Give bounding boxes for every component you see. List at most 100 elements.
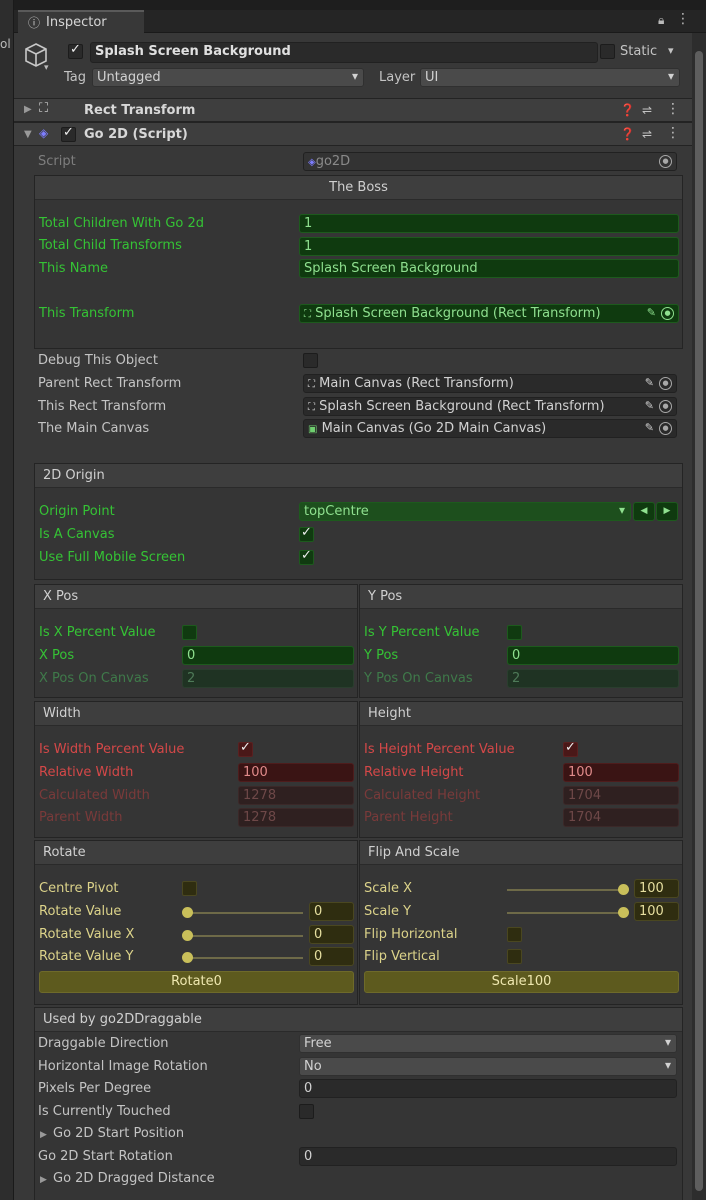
vertical-scrollbar[interactable] <box>692 33 706 1200</box>
static-dropdown-icon[interactable]: ▾ <box>668 44 674 58</box>
tag-label: Tag <box>64 70 87 85</box>
object-picker-icon[interactable]: ● <box>659 377 672 390</box>
tab-inspector[interactable]: ⓘ Inspector <box>18 10 144 33</box>
rotate-x-field[interactable]: 0 <box>309 925 354 944</box>
this-name-field[interactable]: Splash Screen Background <box>299 259 679 278</box>
full-mobile-label: Use Full Mobile Screen <box>39 550 186 565</box>
total-children-field[interactable]: 1 <box>299 214 679 233</box>
rotate-x-slider[interactable] <box>187 935 303 937</box>
help-icon[interactable]: ❓ <box>620 127 635 141</box>
this-name-label: This Name <box>39 261 109 276</box>
rotate-y-field[interactable]: 0 <box>309 947 354 966</box>
rotate-value-field[interactable]: 0 <box>309 902 354 921</box>
calculated-height-label: Calculated Height <box>364 788 481 803</box>
presets-icon[interactable]: ⇌ <box>642 127 652 141</box>
scale100-button[interactable]: Scale100 <box>364 971 679 993</box>
rotate0-button[interactable]: Rotate0 <box>39 971 354 993</box>
height-title: Height <box>360 702 682 726</box>
go2d-header[interactable]: ▼ ◈ Go 2D (Script) ❓ ⇌ ⋮ <box>14 122 692 146</box>
is-width-percent-checkbox[interactable] <box>238 740 253 757</box>
tag-value: Untagged <box>97 70 161 85</box>
is-height-percent-checkbox[interactable] <box>563 740 578 757</box>
object-picker-icon[interactable]: ● <box>661 307 674 320</box>
is-x-percent-checkbox[interactable] <box>182 625 197 640</box>
flip-title: Flip And Scale <box>360 841 682 865</box>
static-checkbox[interactable] <box>600 44 615 59</box>
pixels-per-degree-label: Pixels Per Degree <box>38 1081 152 1096</box>
foldout-right-icon[interactable]: ▶ <box>40 1128 47 1142</box>
scale-y-slider[interactable] <box>507 912 623 914</box>
origin-prev-button[interactable]: ◀ <box>633 502 655 521</box>
rotate-value-slider[interactable] <box>187 912 303 914</box>
horizontal-rotation-value: No <box>304 1059 322 1074</box>
draggable-direction-dropdown[interactable]: Free <box>299 1034 677 1053</box>
scale-y-knob[interactable] <box>618 907 629 918</box>
foldout-right-icon[interactable]: ▶ <box>24 103 32 117</box>
relative-width-field[interactable]: 100 <box>238 763 354 782</box>
foldout-down-icon[interactable]: ▼ <box>24 128 32 142</box>
layer-dropdown[interactable]: UI <box>420 68 680 87</box>
scale-x-field[interactable]: 100 <box>634 879 679 898</box>
rotate-y-knob[interactable] <box>182 952 193 963</box>
script-icon: ◈ <box>39 126 49 140</box>
total-children-label: Total Children With Go 2d <box>39 216 205 231</box>
full-mobile-checkbox[interactable] <box>299 548 314 565</box>
y-pos-field[interactable]: 0 <box>507 646 679 665</box>
scale-x-knob[interactable] <box>618 884 629 895</box>
origin-point-label: Origin Point <box>39 504 115 519</box>
rotate-x-knob[interactable] <box>182 930 193 941</box>
is-a-canvas-checkbox[interactable] <box>299 525 314 542</box>
flip-vertical-checkbox[interactable] <box>507 949 522 964</box>
dragged-distance-label[interactable]: Go 2D Dragged Distance <box>53 1171 215 1187</box>
edit-pencil-icon[interactable]: ✎ <box>645 399 654 413</box>
rect-transform-icon: ⛶ <box>39 101 49 116</box>
component-menu-icon[interactable]: ⋮ <box>666 126 680 140</box>
presets-icon[interactable]: ⇌ <box>642 103 652 117</box>
rect-transform-header[interactable]: ▶ ⛶ Rect Transform ❓ ⇌ ⋮ <box>14 98 692 122</box>
go2d-enabled-checkbox[interactable] <box>61 125 76 142</box>
tag-dropdown[interactable]: Untagged <box>92 68 364 87</box>
scale-x-slider[interactable] <box>507 889 623 891</box>
this-rect-transform-field[interactable]: ⛶ Splash Screen Background (Rect Transfo… <box>303 397 677 416</box>
scale-y-field[interactable]: 100 <box>634 902 679 921</box>
origin-next-button[interactable]: ▶ <box>656 502 678 521</box>
edit-pencil-icon[interactable]: ✎ <box>647 306 656 320</box>
left-panel-text: ol <box>0 37 11 51</box>
object-picker-icon[interactable]: ● <box>659 422 672 435</box>
gameobject-dropdown-icon[interactable]: ▾ <box>44 61 49 75</box>
more-menu-icon[interactable]: ⋮ <box>676 12 690 26</box>
currently-touched-label: Is Currently Touched <box>38 1104 171 1119</box>
horizontal-rotation-dropdown[interactable]: No <box>299 1057 677 1076</box>
rect-transform-small-icon: ⛶ <box>304 309 311 320</box>
origin-point-dropdown[interactable]: topCentre <box>299 502 631 521</box>
flip-horizontal-checkbox[interactable] <box>507 927 522 942</box>
active-checkbox[interactable] <box>68 42 83 59</box>
parent-rect-transform-field[interactable]: ⛶ Main Canvas (Rect Transform) ✎ ● <box>303 374 677 393</box>
edit-pencil-icon[interactable]: ✎ <box>645 376 654 390</box>
object-picker-icon[interactable]: ● <box>659 400 672 413</box>
layer-label: Layer <box>379 70 416 85</box>
is-y-percent-checkbox[interactable] <box>507 625 522 640</box>
component-menu-icon[interactable]: ⋮ <box>666 102 680 116</box>
help-icon[interactable]: ❓ <box>620 103 635 117</box>
relative-height-field[interactable]: 100 <box>563 763 679 782</box>
main-canvas-field[interactable]: ▣ Main Canvas (Go 2D Main Canvas) ✎ ● <box>303 419 677 438</box>
currently-touched-checkbox[interactable] <box>299 1104 314 1119</box>
centre-pivot-checkbox[interactable] <box>182 881 197 896</box>
debug-object-checkbox[interactable] <box>303 353 318 368</box>
edit-pencil-icon[interactable]: ✎ <box>645 421 654 435</box>
object-name-field[interactable]: Splash Screen Background <box>90 42 598 63</box>
total-child-transforms-field[interactable]: 1 <box>299 237 679 256</box>
pixels-per-degree-field[interactable]: 0 <box>299 1079 677 1098</box>
tab-inspector-label: Inspector <box>46 15 107 30</box>
this-transform-field[interactable]: ⛶ Splash Screen Background (Rect Transfo… <box>299 304 679 323</box>
start-rotation-field[interactable]: 0 <box>299 1147 677 1166</box>
rotate-y-slider[interactable] <box>187 957 303 959</box>
start-position-label[interactable]: Go 2D Start Position <box>53 1126 184 1142</box>
foldout-right-icon[interactable]: ▶ <box>40 1173 47 1187</box>
is-a-canvas-label: Is A Canvas <box>39 527 115 542</box>
lock-icon[interactable]: 🔒︎ <box>658 13 664 27</box>
rotate-value-knob[interactable] <box>182 907 193 918</box>
scrollbar-thumb[interactable] <box>695 51 703 1191</box>
x-pos-field[interactable]: 0 <box>182 646 354 665</box>
